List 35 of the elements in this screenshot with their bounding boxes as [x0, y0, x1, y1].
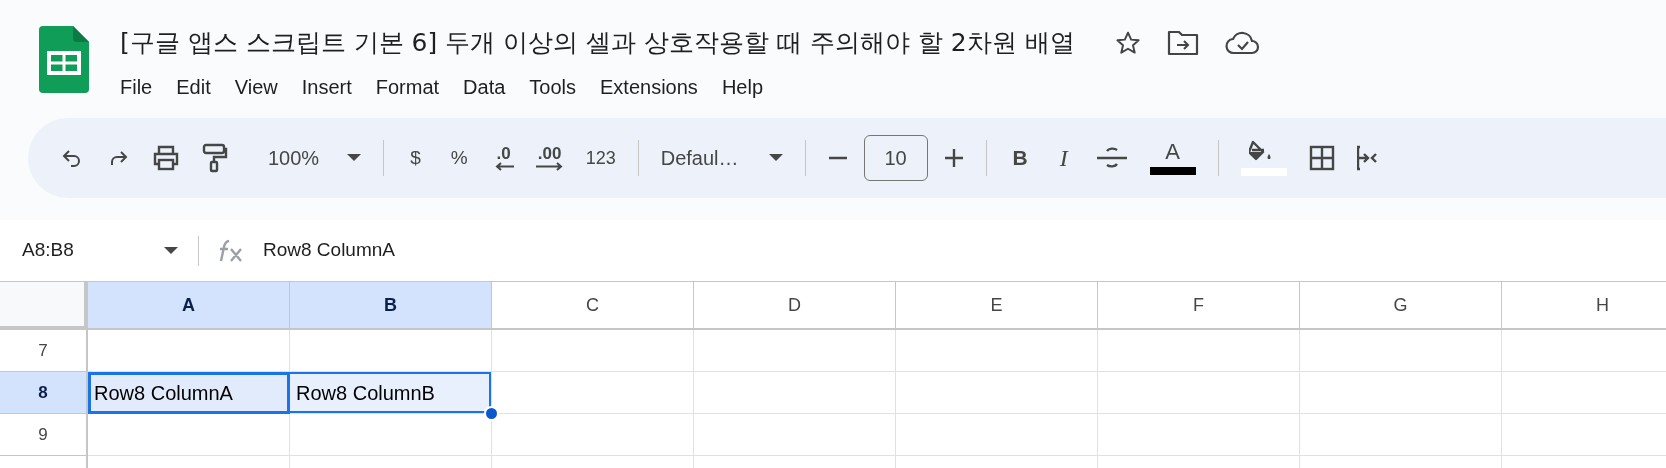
row-header[interactable]: 7	[0, 330, 88, 372]
increase-decimal-button[interactable]: .00	[535, 145, 564, 171]
zoom-dropdown[interactable]: 100%	[268, 143, 362, 173]
column-header[interactable]: D	[694, 282, 896, 330]
menu-item[interactable]: Tools	[521, 70, 585, 104]
menu-item[interactable]: File	[112, 70, 161, 104]
name-box[interactable]: A8:B8	[0, 236, 198, 265]
currency-format-button[interactable]: $	[406, 143, 425, 173]
column-header[interactable]: C	[492, 282, 694, 330]
column-header[interactable]: B	[290, 282, 492, 330]
row-header[interactable]: 9	[0, 414, 88, 456]
column-header[interactable]: E	[896, 282, 1098, 330]
document-title[interactable]: [구글 앱스 스크립트 기본 6] 두개 이상의 셀과 상호작용할 때 주의해야 할 2차원 배열	[120, 24, 1075, 62]
number-format-button[interactable]: 123	[585, 144, 616, 172]
row-header[interactable]: 8	[0, 372, 88, 414]
formula-field[interactable]: Row8 ColumnA	[263, 236, 395, 265]
menu-item[interactable]: View	[226, 70, 286, 104]
column-header[interactable]: A	[88, 282, 290, 330]
menu-item[interactable]: Edit	[168, 70, 219, 104]
menu-item[interactable]: Help	[713, 70, 771, 104]
column-header[interactable]: F	[1098, 282, 1300, 330]
menu-item[interactable]: Extensions	[592, 70, 706, 104]
table-cell[interactable]: Row8 ColumnB	[290, 372, 492, 414]
menu-item[interactable]: Insert	[293, 70, 360, 104]
font-dropdown[interactable]: Defaul…	[660, 143, 783, 173]
decrease-decimal-button[interactable]: .0	[493, 145, 514, 171]
menu-item[interactable]: Format	[367, 70, 448, 104]
table-cell[interactable]: Row8 ColumnA	[88, 372, 290, 414]
italic-button[interactable]: I	[1053, 140, 1074, 176]
text-color-button[interactable]: A	[1149, 141, 1196, 175]
menu-item[interactable]: Data	[455, 70, 514, 104]
font-size-field[interactable]: 10	[863, 135, 928, 181]
bold-button[interactable]: B	[1008, 142, 1032, 174]
column-header[interactable]: G	[1300, 282, 1502, 330]
percent-format-button[interactable]: %	[446, 143, 472, 173]
